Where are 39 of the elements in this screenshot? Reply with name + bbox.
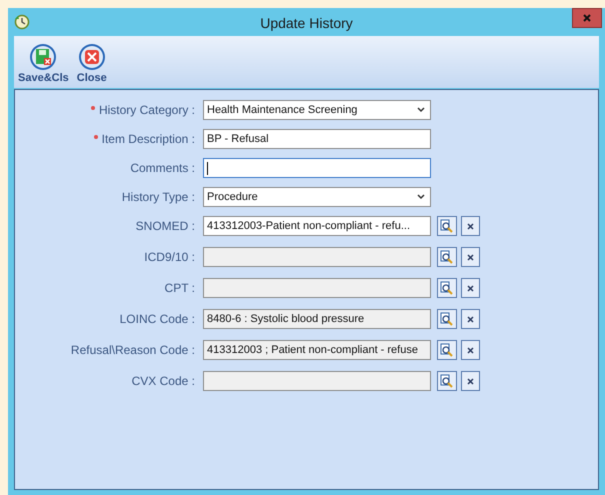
- field-label: CVX Code :: [132, 373, 195, 390]
- field-label: Comments :: [130, 160, 195, 177]
- clear-button[interactable]: [461, 216, 480, 236]
- field-label: LOINC Code :: [120, 311, 195, 328]
- clear-icon: [467, 346, 474, 354]
- field-label: Refusal\Reason Code :: [70, 342, 195, 359]
- close-icon: [78, 43, 106, 71]
- input-field[interactable]: 413312003-Patient non-compliant - refu...: [203, 216, 431, 236]
- clear-icon: [467, 284, 474, 292]
- save-icon: [29, 43, 58, 71]
- dropdown-field[interactable]: Procedure: [203, 187, 431, 207]
- field-label: SNOMED :: [136, 218, 195, 235]
- input-field[interactable]: [203, 158, 431, 178]
- field-label: Item Description :: [102, 131, 195, 148]
- dropdown-field[interactable]: Health Maintenance Screening: [203, 100, 431, 120]
- chevron-down-icon: [417, 194, 425, 200]
- clear-icon: [467, 316, 474, 322]
- search-icon: [440, 343, 454, 357]
- field-label: CPT :: [164, 280, 195, 297]
- clear-icon: [467, 254, 474, 260]
- chevron-down-icon: [417, 107, 425, 113]
- input-field[interactable]: BP - Refusal: [203, 129, 431, 149]
- window-title: Update History: [260, 14, 353, 33]
- search-icon: [440, 281, 454, 295]
- close-button[interactable]: Close: [76, 43, 107, 84]
- clock-icon: [14, 14, 30, 30]
- close-icon: [583, 14, 591, 22]
- lookup-button[interactable]: [437, 216, 457, 236]
- field-label: History Category :: [98, 102, 195, 119]
- clear-icon: [467, 378, 474, 384]
- search-icon: [440, 250, 454, 264]
- field-label: History Type :: [122, 189, 195, 206]
- search-icon: [440, 374, 454, 388]
- save-close-button[interactable]: Save&Cls: [18, 43, 69, 84]
- search-icon: [440, 312, 454, 326]
- clear-icon: [467, 222, 474, 230]
- field-label: ICD9/10 :: [144, 249, 195, 266]
- close-button[interactable]: [572, 8, 602, 28]
- search-icon: [440, 219, 454, 233]
